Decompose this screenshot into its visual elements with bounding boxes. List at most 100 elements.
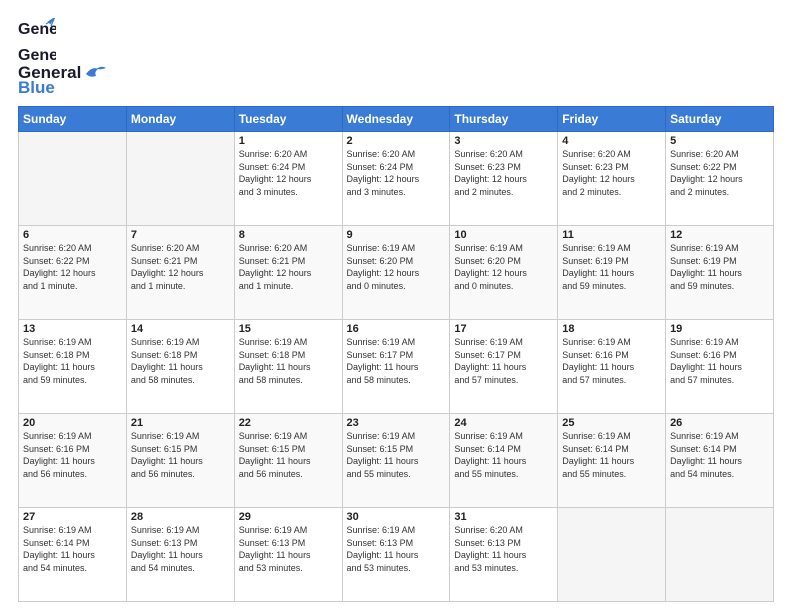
day-number: 6 <box>23 229 122 241</box>
day-number: 18 <box>562 323 661 335</box>
day-number: 20 <box>23 417 122 429</box>
day-info: Sunrise: 6:20 AM Sunset: 6:23 PM Dayligh… <box>454 148 553 198</box>
day-info: Sunrise: 6:19 AM Sunset: 6:13 PM Dayligh… <box>239 524 338 574</box>
day-header-friday: Friday <box>558 107 666 132</box>
day-number: 3 <box>454 135 553 147</box>
header: General General General Blue <box>18 18 774 96</box>
day-info: Sunrise: 6:19 AM Sunset: 6:18 PM Dayligh… <box>239 336 338 386</box>
day-header-monday: Monday <box>126 107 234 132</box>
day-number: 22 <box>239 417 338 429</box>
day-info: Sunrise: 6:20 AM Sunset: 6:21 PM Dayligh… <box>131 242 230 292</box>
day-info: Sunrise: 6:19 AM Sunset: 6:20 PM Dayligh… <box>347 242 446 292</box>
day-info: Sunrise: 6:19 AM Sunset: 6:17 PM Dayligh… <box>347 336 446 386</box>
day-info: Sunrise: 6:20 AM Sunset: 6:21 PM Dayligh… <box>239 242 338 292</box>
day-info: Sunrise: 6:20 AM Sunset: 6:23 PM Dayligh… <box>562 148 661 198</box>
day-number: 9 <box>347 229 446 241</box>
calendar-cell: 11Sunrise: 6:19 AM Sunset: 6:19 PM Dayli… <box>558 226 666 320</box>
calendar-cell: 13Sunrise: 6:19 AM Sunset: 6:18 PM Dayli… <box>19 320 127 414</box>
day-info: Sunrise: 6:19 AM Sunset: 6:15 PM Dayligh… <box>239 430 338 480</box>
day-number: 10 <box>454 229 553 241</box>
day-info: Sunrise: 6:19 AM Sunset: 6:14 PM Dayligh… <box>23 524 122 574</box>
svg-text:General: General <box>18 47 56 64</box>
calendar-cell: 30Sunrise: 6:19 AM Sunset: 6:13 PM Dayli… <box>342 508 450 602</box>
calendar-cell: 24Sunrise: 6:19 AM Sunset: 6:14 PM Dayli… <box>450 414 558 508</box>
week-row-1: 1Sunrise: 6:20 AM Sunset: 6:24 PM Daylig… <box>19 132 774 226</box>
day-info: Sunrise: 6:20 AM Sunset: 6:13 PM Dayligh… <box>454 524 553 574</box>
day-number: 14 <box>131 323 230 335</box>
calendar-cell: 28Sunrise: 6:19 AM Sunset: 6:13 PM Dayli… <box>126 508 234 602</box>
day-info: Sunrise: 6:19 AM Sunset: 6:13 PM Dayligh… <box>131 524 230 574</box>
day-header-thursday: Thursday <box>450 107 558 132</box>
calendar-cell: 22Sunrise: 6:19 AM Sunset: 6:15 PM Dayli… <box>234 414 342 508</box>
day-header-saturday: Saturday <box>666 107 774 132</box>
week-row-5: 27Sunrise: 6:19 AM Sunset: 6:14 PM Dayli… <box>19 508 774 602</box>
day-number: 23 <box>347 417 446 429</box>
day-number: 16 <box>347 323 446 335</box>
day-number: 31 <box>454 511 553 523</box>
bird-icon <box>84 64 106 82</box>
calendar-cell: 6Sunrise: 6:20 AM Sunset: 6:22 PM Daylig… <box>19 226 127 320</box>
calendar-cell: 29Sunrise: 6:19 AM Sunset: 6:13 PM Dayli… <box>234 508 342 602</box>
calendar-cell: 19Sunrise: 6:19 AM Sunset: 6:16 PM Dayli… <box>666 320 774 414</box>
day-info: Sunrise: 6:19 AM Sunset: 6:16 PM Dayligh… <box>562 336 661 386</box>
day-number: 1 <box>239 135 338 147</box>
day-number: 29 <box>239 511 338 523</box>
calendar-cell: 3Sunrise: 6:20 AM Sunset: 6:23 PM Daylig… <box>450 132 558 226</box>
day-info: Sunrise: 6:19 AM Sunset: 6:19 PM Dayligh… <box>670 242 769 292</box>
calendar-cell: 1Sunrise: 6:20 AM Sunset: 6:24 PM Daylig… <box>234 132 342 226</box>
day-header-sunday: Sunday <box>19 107 127 132</box>
calendar-cell: 26Sunrise: 6:19 AM Sunset: 6:14 PM Dayli… <box>666 414 774 508</box>
calendar-cell: 23Sunrise: 6:19 AM Sunset: 6:15 PM Dayli… <box>342 414 450 508</box>
calendar-cell: 2Sunrise: 6:20 AM Sunset: 6:24 PM Daylig… <box>342 132 450 226</box>
day-info: Sunrise: 6:19 AM Sunset: 6:14 PM Dayligh… <box>562 430 661 480</box>
day-info: Sunrise: 6:20 AM Sunset: 6:24 PM Dayligh… <box>347 148 446 198</box>
day-header-wednesday: Wednesday <box>342 107 450 132</box>
day-info: Sunrise: 6:19 AM Sunset: 6:15 PM Dayligh… <box>347 430 446 480</box>
day-info: Sunrise: 6:20 AM Sunset: 6:22 PM Dayligh… <box>670 148 769 198</box>
day-info: Sunrise: 6:19 AM Sunset: 6:13 PM Dayligh… <box>347 524 446 574</box>
day-header-tuesday: Tuesday <box>234 107 342 132</box>
week-row-4: 20Sunrise: 6:19 AM Sunset: 6:16 PM Dayli… <box>19 414 774 508</box>
day-info: Sunrise: 6:19 AM Sunset: 6:20 PM Dayligh… <box>454 242 553 292</box>
calendar-header-row: SundayMondayTuesdayWednesdayThursdayFrid… <box>19 107 774 132</box>
week-row-3: 13Sunrise: 6:19 AM Sunset: 6:18 PM Dayli… <box>19 320 774 414</box>
calendar-cell: 14Sunrise: 6:19 AM Sunset: 6:18 PM Dayli… <box>126 320 234 414</box>
day-info: Sunrise: 6:20 AM Sunset: 6:22 PM Dayligh… <box>23 242 122 292</box>
day-number: 27 <box>23 511 122 523</box>
logo-bird-icon: General <box>18 46 56 64</box>
calendar-cell: 10Sunrise: 6:19 AM Sunset: 6:20 PM Dayli… <box>450 226 558 320</box>
day-info: Sunrise: 6:20 AM Sunset: 6:24 PM Dayligh… <box>239 148 338 198</box>
logo: General General General Blue <box>18 18 106 96</box>
logo-icon: General <box>18 18 56 48</box>
calendar-cell: 18Sunrise: 6:19 AM Sunset: 6:16 PM Dayli… <box>558 320 666 414</box>
logo-blue: Blue <box>18 79 81 96</box>
day-info: Sunrise: 6:19 AM Sunset: 6:18 PM Dayligh… <box>131 336 230 386</box>
day-info: Sunrise: 6:19 AM Sunset: 6:14 PM Dayligh… <box>454 430 553 480</box>
calendar-cell: 20Sunrise: 6:19 AM Sunset: 6:16 PM Dayli… <box>19 414 127 508</box>
calendar-cell <box>558 508 666 602</box>
day-number: 15 <box>239 323 338 335</box>
calendar-cell: 16Sunrise: 6:19 AM Sunset: 6:17 PM Dayli… <box>342 320 450 414</box>
calendar-cell: 8Sunrise: 6:20 AM Sunset: 6:21 PM Daylig… <box>234 226 342 320</box>
day-number: 25 <box>562 417 661 429</box>
day-info: Sunrise: 6:19 AM Sunset: 6:15 PM Dayligh… <box>131 430 230 480</box>
calendar-cell: 9Sunrise: 6:19 AM Sunset: 6:20 PM Daylig… <box>342 226 450 320</box>
calendar-cell: 25Sunrise: 6:19 AM Sunset: 6:14 PM Dayli… <box>558 414 666 508</box>
week-row-2: 6Sunrise: 6:20 AM Sunset: 6:22 PM Daylig… <box>19 226 774 320</box>
day-number: 21 <box>131 417 230 429</box>
calendar-cell: 4Sunrise: 6:20 AM Sunset: 6:23 PM Daylig… <box>558 132 666 226</box>
calendar-cell: 15Sunrise: 6:19 AM Sunset: 6:18 PM Dayli… <box>234 320 342 414</box>
day-info: Sunrise: 6:19 AM Sunset: 6:16 PM Dayligh… <box>23 430 122 480</box>
day-number: 24 <box>454 417 553 429</box>
day-number: 13 <box>23 323 122 335</box>
day-number: 11 <box>562 229 661 241</box>
day-number: 19 <box>670 323 769 335</box>
day-number: 5 <box>670 135 769 147</box>
day-info: Sunrise: 6:19 AM Sunset: 6:18 PM Dayligh… <box>23 336 122 386</box>
day-info: Sunrise: 6:19 AM Sunset: 6:16 PM Dayligh… <box>670 336 769 386</box>
calendar-cell: 27Sunrise: 6:19 AM Sunset: 6:14 PM Dayli… <box>19 508 127 602</box>
calendar-cell <box>19 132 127 226</box>
day-number: 30 <box>347 511 446 523</box>
calendar-cell <box>126 132 234 226</box>
day-number: 7 <box>131 229 230 241</box>
